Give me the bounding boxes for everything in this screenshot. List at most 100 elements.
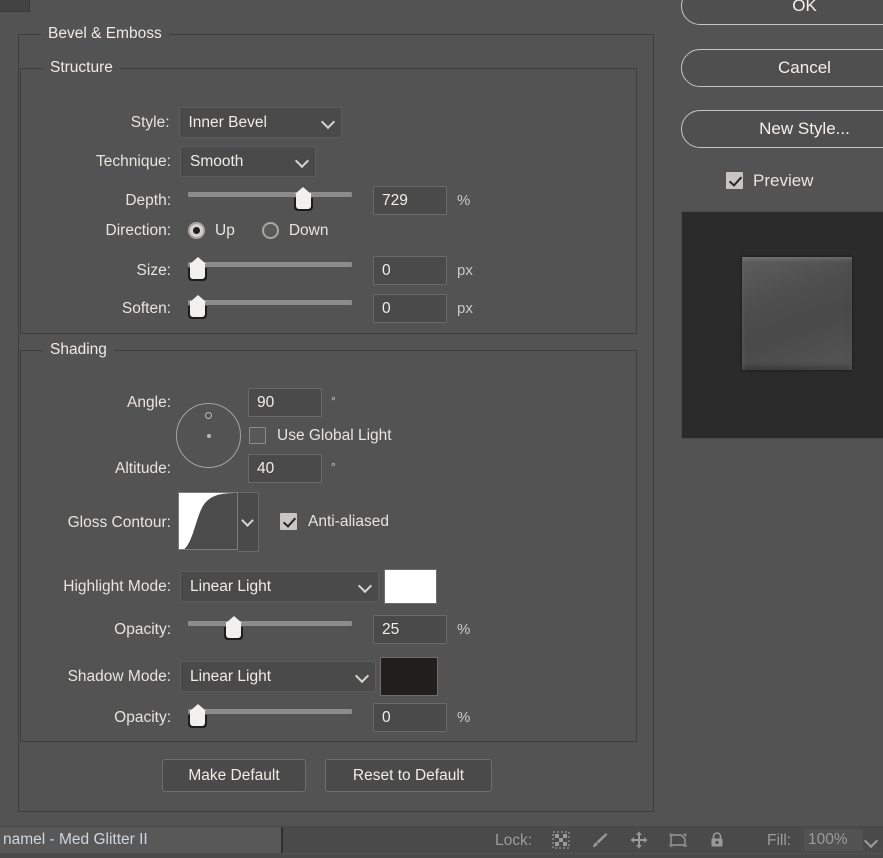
lock-artboard-nesting-icon[interactable] xyxy=(668,830,688,850)
highlight-color-swatch[interactable] xyxy=(384,569,437,604)
highlight-opacity-value: 25 xyxy=(382,620,400,638)
direction-up-label: Up xyxy=(215,221,235,239)
lock-transparent-pixels-icon[interactable] xyxy=(551,830,571,850)
angle-input[interactable]: 90 xyxy=(248,388,322,417)
depth-input[interactable]: 729 xyxy=(373,186,447,215)
soften-value: 0 xyxy=(382,299,391,317)
fill-label: Fill: xyxy=(767,832,792,849)
chevron-down-icon xyxy=(357,671,367,681)
shadow-opacity-slider-thumb[interactable] xyxy=(188,703,207,728)
shadow-mode-select[interactable]: Linear Light xyxy=(180,661,376,692)
lock-position-icon[interactable] xyxy=(629,830,649,850)
shading-group-label: Shading xyxy=(43,342,114,358)
shadow-opacity-input[interactable]: 0 xyxy=(373,703,447,732)
soften-slider[interactable] xyxy=(188,294,352,322)
shadow-mode-value: Linear Light xyxy=(190,667,272,685)
shadow-opacity-row: Opacity: 0 % xyxy=(42,703,492,732)
soften-input[interactable]: 0 xyxy=(373,294,447,323)
shadow-opacity-unit: % xyxy=(457,709,471,726)
size-slider-thumb[interactable] xyxy=(188,256,207,281)
highlight-opacity-row: Opacity: 25 % xyxy=(42,615,492,644)
highlight-mode-select[interactable]: Linear Light xyxy=(180,571,379,602)
style-row: Style: Inner Bevel xyxy=(42,107,342,138)
depth-row: Depth: 729 % xyxy=(42,186,492,215)
size-label: Size: xyxy=(136,261,171,279)
fill-value-text: 100% xyxy=(808,831,848,848)
gloss-contour-picker[interactable] xyxy=(178,492,259,552)
panel-divider xyxy=(283,853,883,854)
new-style-button[interactable]: New Style... xyxy=(681,110,883,148)
depth-unit: % xyxy=(457,192,471,209)
anti-aliased-label: Anti-aliased xyxy=(308,512,389,530)
layer-name-field[interactable]: namel - Med Glitter II xyxy=(0,827,283,853)
ok-button[interactable]: OK xyxy=(681,0,883,25)
chevron-down-icon xyxy=(297,156,307,166)
lock-label: Lock: xyxy=(495,832,533,849)
shadow-opacity-slider-track[interactable] xyxy=(188,708,352,714)
angle-dial-handle[interactable] xyxy=(205,412,212,419)
preview-label: Preview xyxy=(753,171,814,190)
gloss-contour-thumbnail[interactable] xyxy=(178,492,238,550)
direction-label: Direction: xyxy=(105,221,171,239)
style-select-value: Inner Bevel xyxy=(188,113,267,131)
shadow-color-swatch[interactable] xyxy=(380,657,438,696)
highlight-opacity-slider[interactable] xyxy=(188,615,352,643)
lock-all-icon[interactable] xyxy=(707,830,727,850)
highlight-opacity-input[interactable]: 25 xyxy=(373,615,447,644)
direction-radio-up[interactable] xyxy=(188,222,205,239)
background-panel-stub xyxy=(0,0,30,12)
angle-dial-center-dot xyxy=(206,433,211,438)
soften-slider-thumb[interactable] xyxy=(188,294,207,319)
depth-slider[interactable] xyxy=(188,186,352,214)
soften-label: Soften: xyxy=(121,299,171,317)
highlight-opacity-unit: % xyxy=(457,621,471,638)
direction-row: Direction: Up Down xyxy=(42,222,392,239)
altitude-label: Altitude: xyxy=(114,460,171,477)
shadow-mode-label: Shadow Mode: xyxy=(67,667,171,685)
highlight-mode-row: Highlight Mode: Linear Light xyxy=(42,569,437,604)
angle-label: Angle: xyxy=(127,394,171,411)
make-default-button[interactable]: Make Default xyxy=(162,759,306,792)
chevron-down-icon xyxy=(360,581,370,591)
size-input[interactable]: 0 xyxy=(373,256,447,285)
highlight-mode-label: Highlight Mode: xyxy=(63,577,171,595)
fill-input[interactable]: 100% xyxy=(804,829,863,851)
depth-label: Depth: xyxy=(125,191,171,209)
use-global-light-checkbox[interactable] xyxy=(249,427,266,444)
cancel-button[interactable]: Cancel xyxy=(681,49,883,87)
depth-value: 729 xyxy=(382,191,408,209)
style-preview-swatch xyxy=(742,257,852,370)
size-slider[interactable] xyxy=(188,256,352,284)
anti-aliased-checkbox[interactable] xyxy=(280,513,297,530)
size-slider-track[interactable] xyxy=(188,261,352,267)
style-select[interactable]: Inner Bevel xyxy=(178,107,342,138)
angle-value: 90 xyxy=(257,393,275,411)
shadow-mode-row: Shadow Mode: Linear Light xyxy=(42,657,438,696)
reset-to-default-button[interactable]: Reset to Default xyxy=(325,759,492,792)
depth-slider-thumb[interactable] xyxy=(293,186,313,211)
lock-image-pixels-icon[interactable] xyxy=(590,830,610,850)
angle-dial[interactable] xyxy=(176,403,241,468)
preview-row: Preview xyxy=(726,172,813,189)
shadow-opacity-slider[interactable] xyxy=(188,703,352,731)
anti-aliased-row: Anti-aliased xyxy=(280,513,389,530)
chevron-down-icon[interactable] xyxy=(866,836,877,847)
highlight-opacity-slider-track[interactable] xyxy=(188,620,352,626)
shadow-opacity-value: 0 xyxy=(382,708,391,726)
soften-unit: px xyxy=(457,300,473,317)
use-global-light-label: Use Global Light xyxy=(277,426,392,444)
technique-select[interactable]: Smooth xyxy=(180,146,316,177)
depth-slider-track[interactable] xyxy=(188,191,352,197)
highlight-opacity-slider-thumb[interactable] xyxy=(224,615,244,640)
shadow-opacity-label: Opacity: xyxy=(114,708,171,726)
altitude-input[interactable]: 40 xyxy=(248,454,322,483)
soften-slider-track[interactable] xyxy=(188,299,352,305)
altitude-unit: ° xyxy=(331,460,336,474)
contour-curve-icon xyxy=(184,493,237,549)
preview-checkbox[interactable] xyxy=(726,172,743,189)
highlight-mode-value: Linear Light xyxy=(190,577,272,595)
gloss-contour-dropdown-button[interactable] xyxy=(238,492,259,552)
angle-unit: ° xyxy=(331,394,336,408)
direction-radio-down[interactable] xyxy=(261,222,279,239)
structure-group-label: Structure xyxy=(43,60,120,76)
